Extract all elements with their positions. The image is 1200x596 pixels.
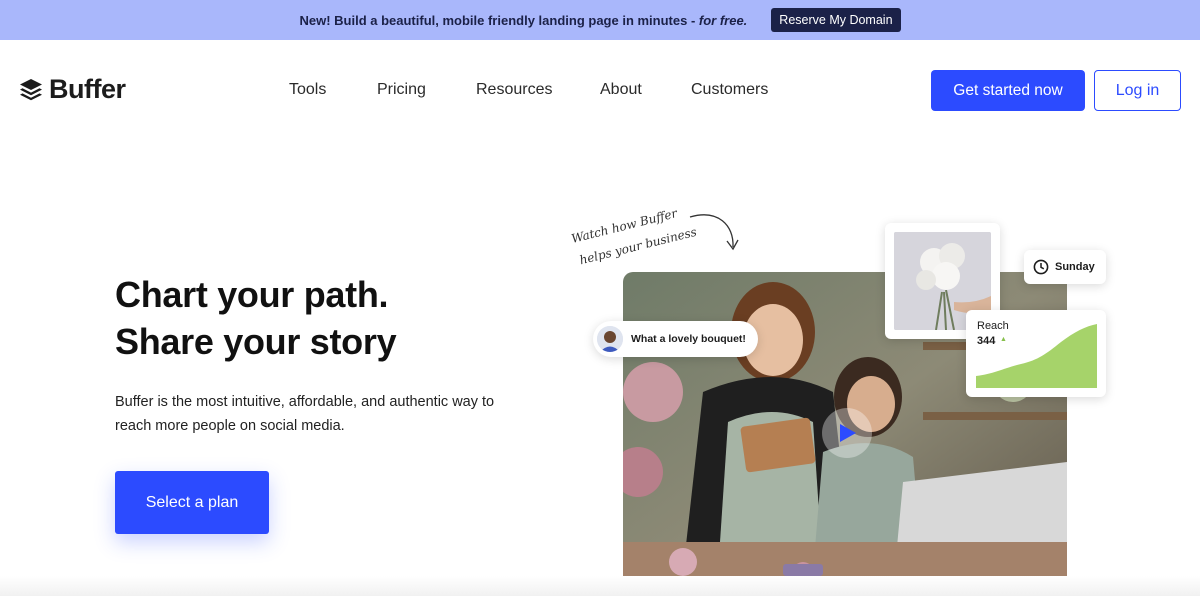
clock-icon [1033,259,1049,275]
hero-title-line2: Share your story [115,321,397,362]
day-label: Sunday [1055,261,1095,273]
banner-message: New! Build a beautiful, mobile friendly … [299,12,748,28]
get-started-button[interactable]: Get started now [931,70,1085,111]
avatar [597,326,623,352]
hero-description: Buffer is the most intuitive, affordable… [115,394,495,434]
main-navigation: Buffer Tools Pricing Resources About Cus… [0,40,1200,141]
banner-emphasis: for free. [698,12,748,28]
person-avatar-icon [597,326,623,352]
page-bottom-fade [0,576,1200,596]
select-plan-button[interactable]: Select a plan [115,471,269,534]
schedule-day-card: Sunday [1024,250,1106,284]
buffer-stack-icon [20,78,42,100]
reach-card: Reach 344 ▲ [966,310,1106,397]
hero-title-line1: Chart your path. [115,274,389,315]
comment-card: What a lovely bouquet! [593,321,758,357]
watch-annotation: Watch how Buffer helps your business [568,205,748,275]
nav-link-pricing[interactable]: Pricing [377,81,426,99]
announcement-banner: New! Build a beautiful, mobile friendly … [0,0,1200,40]
curved-arrow-icon [689,214,739,251]
comment-text: What a lovely bouquet! [631,333,746,345]
logo-text: Buffer [49,74,126,104]
nav-link-customers[interactable]: Customers [691,81,768,99]
reserve-domain-button[interactable]: Reserve My Domain [771,8,901,32]
reach-area-chart [976,324,1097,388]
nav-link-resources[interactable]: Resources [476,81,552,99]
nav-link-tools[interactable]: Tools [289,81,326,99]
play-icon [840,424,856,442]
nav-link-about[interactable]: About [600,81,642,99]
login-button[interactable]: Log in [1094,70,1181,111]
hero-title: Chart your path. Share your story [115,271,397,365]
play-button[interactable] [822,408,872,458]
buffer-logo[interactable]: Buffer [19,74,126,105]
